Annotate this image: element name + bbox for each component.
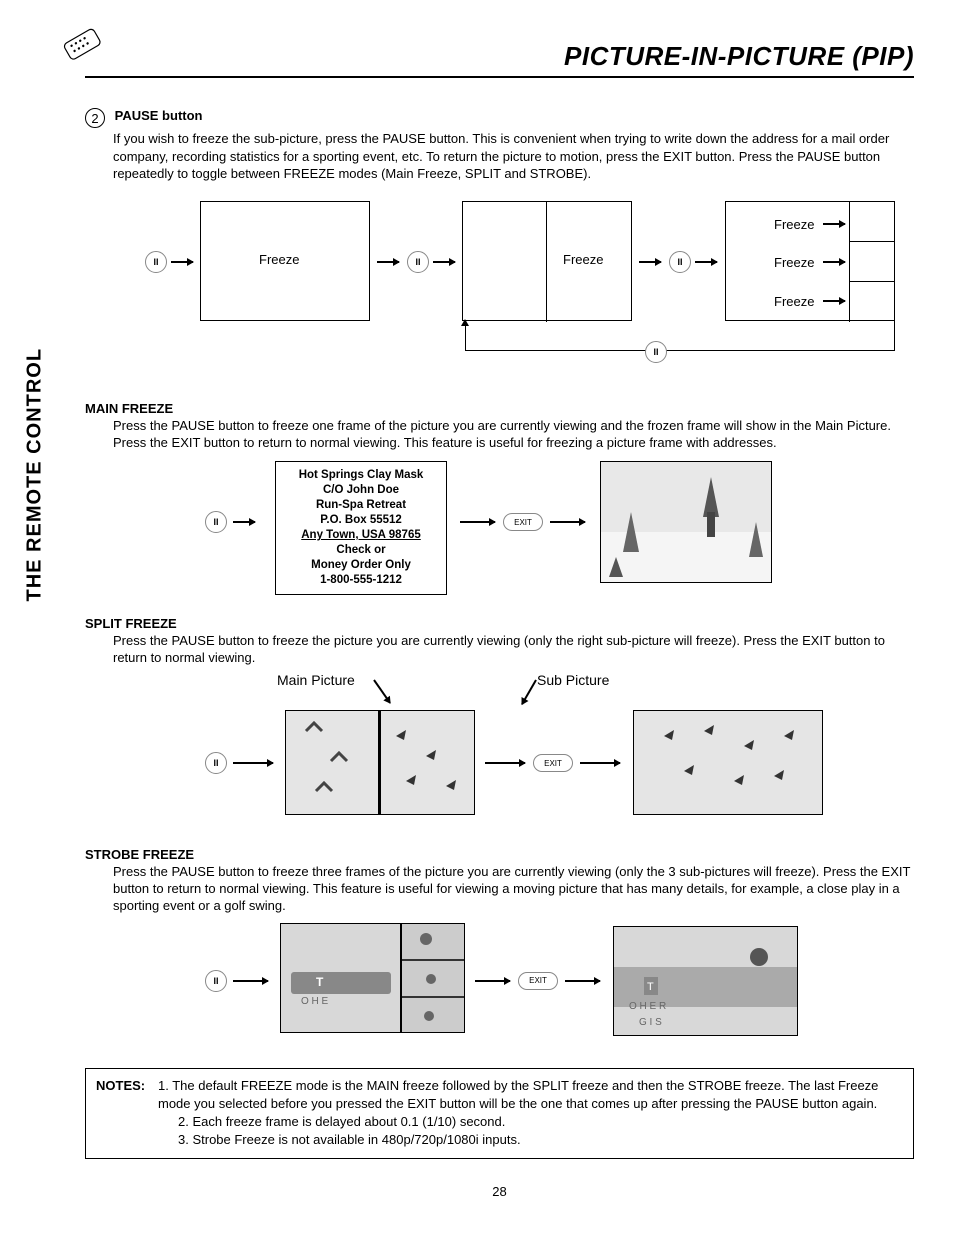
pause-icon [205, 752, 227, 774]
arrow-icon [377, 261, 399, 263]
pointer-arrow-icon [373, 680, 391, 704]
arrow-icon [433, 261, 455, 263]
arrow-icon [233, 521, 255, 523]
pause-icon [205, 970, 227, 992]
freeze-label: Freeze [563, 252, 603, 267]
address-line: Money Order Only [284, 558, 438, 573]
address-line: Any Town, USA 98765 [284, 528, 438, 543]
result-image [600, 461, 772, 583]
note-item: 2. Each freeze frame is delayed about 0.… [178, 1113, 903, 1131]
pause-icon [145, 251, 167, 273]
address-line: Check or [284, 543, 438, 558]
arrow-icon [823, 300, 845, 302]
split-freeze-body: Press the PAUSE button to freeze the pic… [113, 633, 914, 667]
address-line: Hot Springs Clay Mask [284, 468, 438, 483]
sub-picture-label: Sub Picture [537, 672, 609, 688]
loopback-line [465, 321, 895, 351]
pause-icon [205, 511, 227, 533]
strobe-image-before: T O H E [280, 923, 465, 1033]
main-picture-label: Main Picture [277, 672, 355, 688]
step-body-text: If you wish to freeze the sub-picture, p… [113, 130, 914, 183]
arrow-icon [565, 980, 600, 982]
address-frame: Hot Springs Clay Mask C/O John Doe Run-S… [275, 461, 447, 595]
arrow-icon [475, 980, 510, 982]
strobe-image-after: T O H E R G I S [613, 926, 798, 1036]
step-pause-button: 2 PAUSE button If you wish to freeze the… [85, 108, 914, 183]
svg-text:T: T [316, 975, 324, 989]
exit-icon: EXIT [503, 513, 543, 531]
note-item: 3. Strobe Freeze is not available in 480… [178, 1131, 903, 1149]
arrow-icon [695, 261, 717, 263]
arrow-icon [233, 762, 273, 764]
arrow-icon [823, 261, 845, 263]
side-section-label: THE REMOTE CONTROL [24, 348, 47, 602]
pause-icon [669, 251, 691, 273]
page-number: 28 [85, 1184, 914, 1199]
freeze-label: Freeze [774, 255, 814, 270]
arrow-icon [485, 762, 525, 764]
pause-icon [645, 341, 667, 363]
address-line: Run-Spa Retreat [284, 498, 438, 513]
address-line: 1-800-555-1212 [284, 573, 438, 588]
main-freeze-heading: MAIN FREEZE [85, 401, 914, 416]
screen-split-freeze: Freeze [462, 201, 632, 321]
exit-icon: EXIT [533, 754, 573, 772]
arrow-icon [550, 521, 585, 523]
step-heading: PAUSE button [115, 108, 203, 123]
arrow-icon [823, 223, 845, 225]
split-image-before [285, 710, 475, 815]
strobe-freeze-body: Press the PAUSE button to freeze three f… [113, 864, 914, 915]
arrow-up-icon [461, 319, 469, 326]
address-line: P.O. Box 55512 [284, 513, 438, 528]
main-freeze-diagram: Hot Springs Clay Mask C/O John Doe Run-S… [205, 461, 865, 586]
arrow-icon [580, 762, 620, 764]
freeze-label: Freeze [259, 252, 299, 267]
freeze-cycle-diagram: Freeze Freeze Freeze Freeze Freeze [145, 201, 885, 371]
arrow-icon [639, 261, 661, 263]
notes-box: NOTES: 1. The default FREEZE mode is the… [85, 1068, 914, 1159]
arrow-icon [171, 261, 193, 263]
arrow-icon [460, 521, 495, 523]
note-item: 1. The default FREEZE mode is the MAIN f… [158, 1077, 903, 1113]
strobe-freeze-diagram: T O H E EXIT T O H E R G I S [205, 923, 865, 1043]
split-image-after [633, 710, 823, 815]
notes-label: NOTES: [96, 1077, 158, 1113]
svg-text:T: T [647, 981, 654, 993]
exit-icon: EXIT [518, 972, 558, 990]
pause-icon [407, 251, 429, 273]
page-title: PICTURE-IN-PICTURE (PIP) [85, 41, 914, 78]
svg-text:O H E: O H E [301, 996, 329, 1007]
freeze-label: Freeze [774, 217, 814, 232]
screen-main-freeze: Freeze [200, 201, 370, 321]
arrow-icon [233, 980, 268, 982]
split-freeze-heading: SPLIT FREEZE [85, 616, 914, 631]
step-number-badge: 2 [85, 108, 105, 128]
freeze-label: Freeze [774, 294, 814, 309]
screen-strobe-freeze: Freeze Freeze Freeze [725, 201, 895, 321]
pointer-arrow-icon [521, 680, 537, 705]
address-line: C/O John Doe [284, 483, 438, 498]
svg-text:G I S: G I S [639, 1017, 662, 1028]
strobe-freeze-heading: STROBE FREEZE [85, 847, 914, 862]
split-freeze-diagram: Main Picture Sub Picture EXIT [185, 672, 885, 817]
svg-text:O H E R: O H E R [629, 1001, 666, 1012]
main-freeze-body: Press the PAUSE button to freeze one fra… [113, 418, 914, 452]
